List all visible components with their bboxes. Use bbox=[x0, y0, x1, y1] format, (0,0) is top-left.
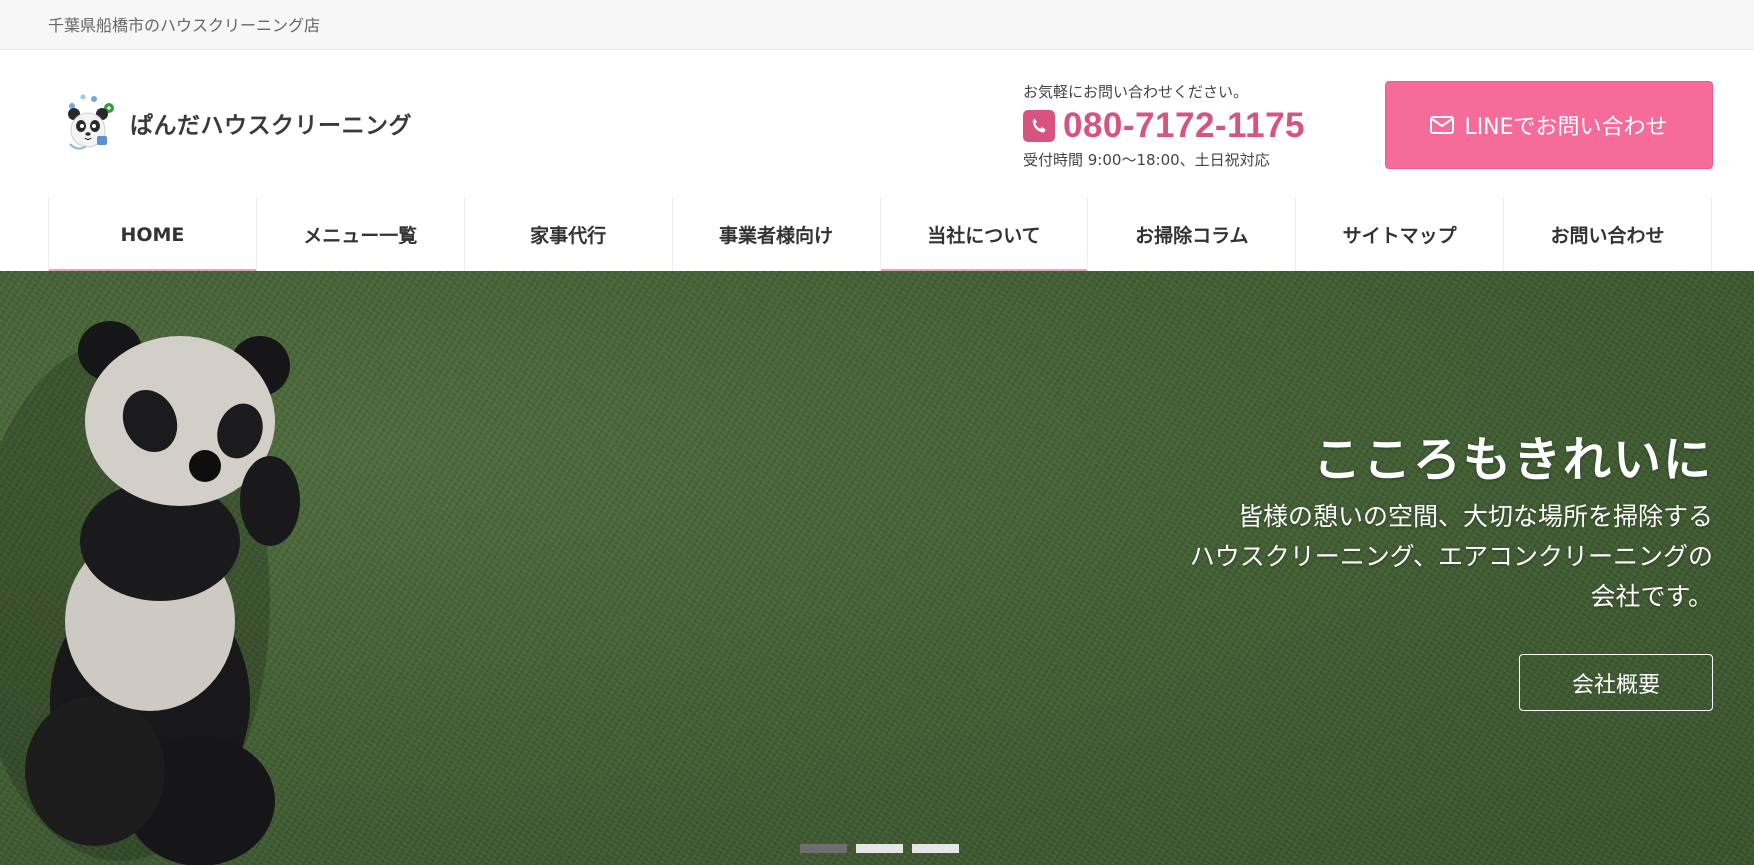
phone-row[interactable]: 080-7172-1175 bbox=[1023, 106, 1343, 146]
phone-icon bbox=[1023, 110, 1055, 142]
hero-subtitle-line: 皆様の憩いの空間、大切な場所を掃除する bbox=[1237, 502, 1713, 531]
nav-item-housekeeping[interactable]: 家事代行 bbox=[463, 198, 672, 271]
business-hours: 受付時間 9:00〜18:00、土日祝対応 bbox=[1023, 151, 1270, 169]
nav-item-label: 事業者様向け bbox=[719, 225, 834, 247]
nav-item-business[interactable]: 事業者様向け bbox=[671, 198, 880, 271]
slider-dot-1[interactable] bbox=[800, 844, 847, 853]
contact-block: お気軽にお問い合わせください。 080-7172-1175 受付時間 9:00〜… bbox=[1023, 82, 1343, 170]
nav-item-contact[interactable]: お問い合わせ bbox=[1503, 198, 1712, 271]
hero-subtitle-line: ハウスクリーニング、エアコンクリーニングの bbox=[1189, 542, 1713, 571]
slider-pagination bbox=[800, 844, 959, 853]
nav-item-label: お問い合わせ bbox=[1550, 225, 1665, 247]
hero-subtitle-line: 会社です。 bbox=[1590, 582, 1713, 611]
slider-dot-3[interactable] bbox=[912, 844, 959, 853]
envelope-icon bbox=[1430, 116, 1455, 134]
nav-item-label: サイトマップ bbox=[1342, 225, 1457, 247]
panda-logo-icon bbox=[68, 94, 114, 150]
slider-dot-2[interactable] bbox=[856, 844, 903, 853]
site-logo[interactable]: ぱんだハウスクリーニング bbox=[64, 90, 412, 156]
contact-note: お気軽にお問い合わせください。 bbox=[1023, 83, 1249, 101]
hero-slider: こころもきれいに 皆様の憩いの空間、大切な場所を掃除する ハウスクリーニング、エ… bbox=[0, 271, 1754, 865]
nav-item-label: 家事代行 bbox=[530, 225, 607, 247]
hero-subtitle: 皆様の憩いの空間、大切な場所を掃除する ハウスクリーニング、エアコンクリーニング… bbox=[1190, 497, 1713, 617]
site-tagline: 千葉県船橋市のハウスクリーニング店 bbox=[48, 16, 321, 35]
company-overview-label: 会社概要 bbox=[1571, 672, 1660, 698]
global-nav: HOME メニュー一覧 家事代行 事業者様向け 当社について お掃除コラム サイ… bbox=[48, 198, 1712, 271]
line-contact-button[interactable]: LINEでお問い合わせ bbox=[1385, 81, 1713, 169]
nav-item-label: 当社について bbox=[927, 225, 1041, 247]
nav-item-sitemap[interactable]: サイトマップ bbox=[1295, 198, 1503, 271]
logo-text: ぱんだハウスクリーニング bbox=[130, 113, 412, 139]
hero-caption: こころもきれいに 皆様の憩いの空間、大切な場所を掃除する ハウスクリーニング、エ… bbox=[1190, 431, 1713, 617]
nav-item-label: メニュー一覧 bbox=[303, 225, 418, 247]
top-bar: 千葉県船橋市のハウスクリーニング店 bbox=[0, 0, 1754, 50]
site-header: ぱんだハウスクリーニング お気軽にお問い合わせください。 080-7172-11… bbox=[0, 50, 1754, 198]
nav-item-column[interactable]: お掃除コラム bbox=[1087, 198, 1295, 271]
nav-item-label: お掃除コラム bbox=[1135, 225, 1249, 247]
hero-title: こころもきれいに bbox=[1312, 432, 1713, 488]
line-contact-label: LINEでお問い合わせ bbox=[1464, 115, 1668, 140]
company-overview-button[interactable]: 会社概要 bbox=[1519, 654, 1713, 711]
nav-item-menu-list[interactable]: メニュー一覧 bbox=[255, 198, 464, 271]
phone-number[interactable]: 080-7172-1175 bbox=[1063, 106, 1305, 146]
nav-item-label: HOME bbox=[120, 223, 185, 246]
nav-item-about[interactable]: 当社について bbox=[879, 198, 1088, 271]
nav-item-home[interactable]: HOME bbox=[48, 198, 256, 271]
